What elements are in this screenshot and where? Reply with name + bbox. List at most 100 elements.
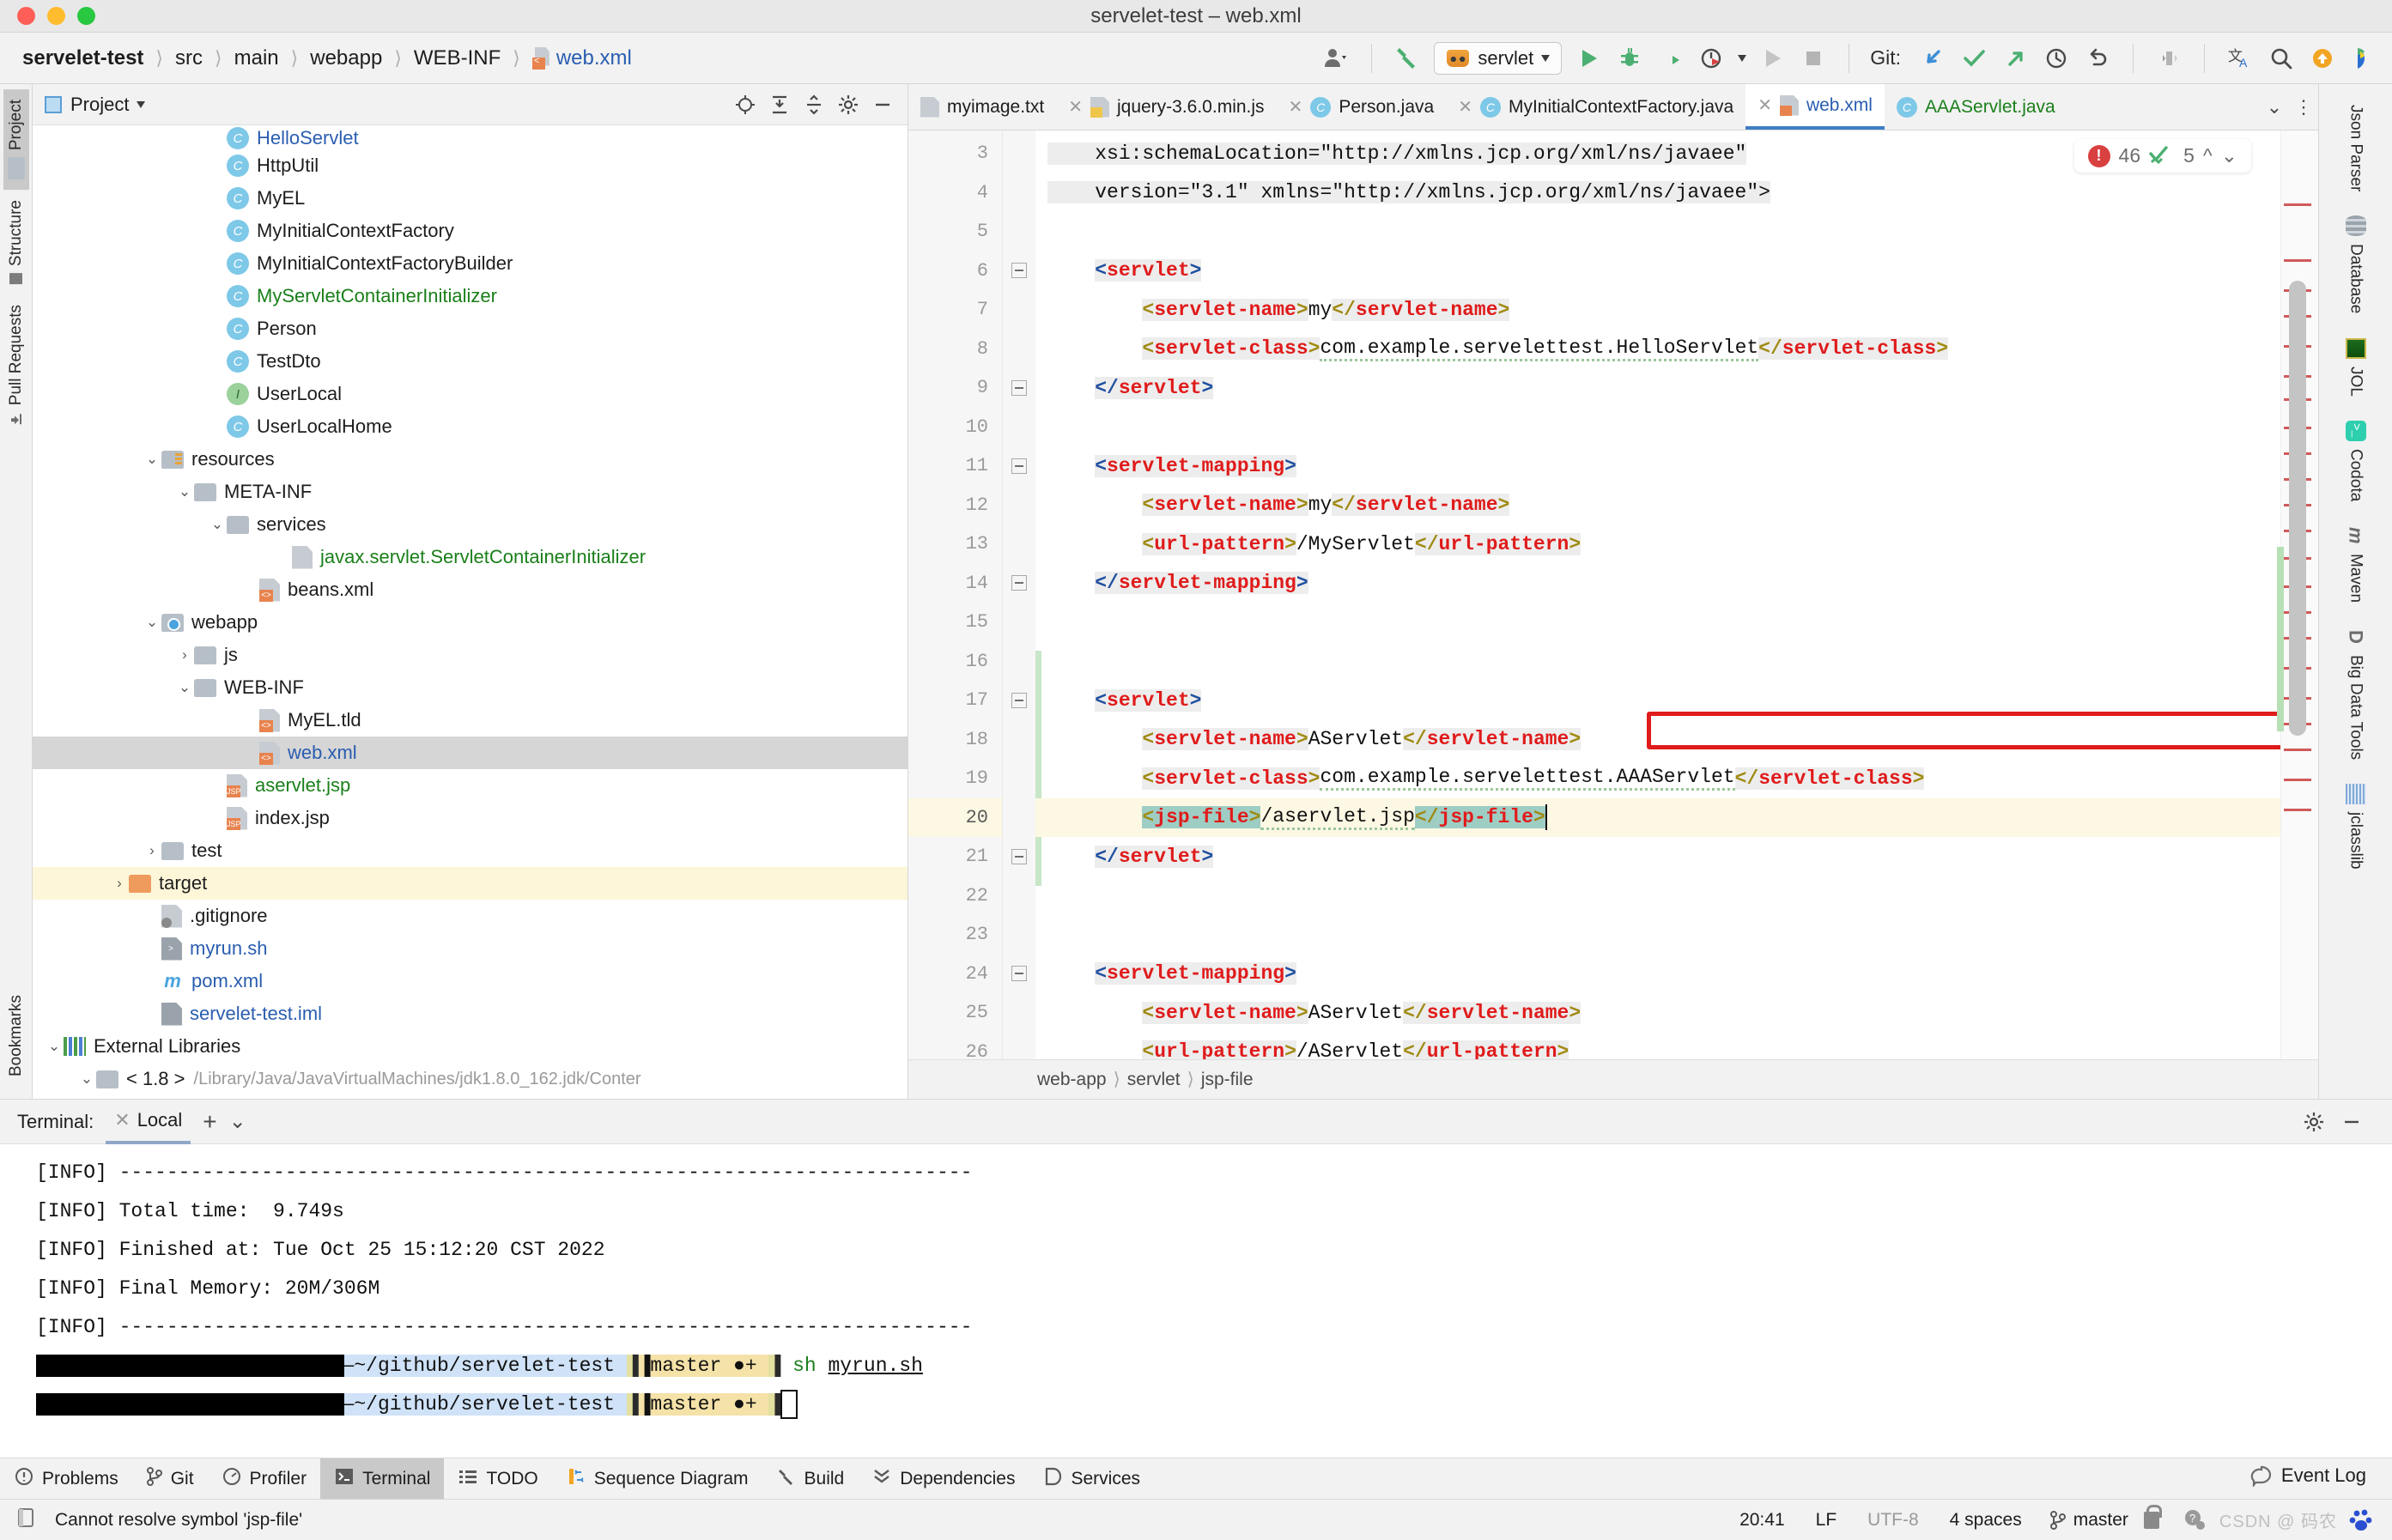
breadcrumb-item-project[interactable]: servelet-test [14, 45, 152, 72]
chevron-down-icon[interactable]: ⌄ [208, 516, 227, 533]
tree-node-web-xml[interactable]: <> web.xml [33, 737, 908, 769]
bottom-tool-dependencies[interactable]: Dependencies [858, 1458, 1029, 1499]
code-line[interactable]: <servlet-mapping> [1035, 446, 2318, 486]
editor-tab-aaaservlet-java[interactable]: C AAAServlet.java [1885, 84, 2067, 130]
bottom-tool-profiler[interactable]: Profiler [208, 1458, 321, 1499]
debug-icon[interactable] [1615, 44, 1644, 73]
code-fold-toggle[interactable] [1003, 837, 1035, 876]
code-fold-toggle[interactable] [1003, 564, 1035, 603]
git-push-icon[interactable] [2000, 44, 2030, 73]
tree-node-myinitialcontextfactorybuilder[interactable]: C MyInitialContextFactoryBuilder [33, 247, 908, 280]
right-rail-item-json-parser[interactable]: Json Parser [2343, 93, 2369, 203]
code-line[interactable]: <url-pattern>/MyServlet </url-pattern> [1035, 524, 2318, 564]
tree-node-pom-xml[interactable]: m pom.xml [33, 965, 908, 997]
chevron-right-icon[interactable]: › [110, 875, 129, 892]
breadcrumb-item-src[interactable]: src [167, 45, 211, 72]
right-rail-item-jol[interactable]: JOL [2342, 326, 2370, 409]
tree-node-helloservlet[interactable]: C HelloServlet [33, 127, 908, 149]
code-line[interactable] [1035, 642, 2318, 682]
tree-node-1-8[interactable]: ⌄ < 1.8 > /Library/Java/JavaVirtualMachine… [33, 1063, 908, 1095]
close-tab-icon[interactable]: ✕ [1758, 94, 1772, 116]
code-fold-toggle[interactable] [1003, 368, 1035, 408]
close-icon[interactable]: ✕ [114, 1109, 130, 1131]
code-line[interactable]: </servlet-mapping> [1035, 564, 2318, 603]
editor-tab-myimage-txt[interactable]: myimage.txt [908, 84, 1056, 130]
git-update-icon[interactable] [1918, 44, 1947, 73]
expand-all-icon[interactable] [767, 92, 792, 118]
right-rail-item-database[interactable]: Database [2342, 203, 2370, 325]
project-tree[interactable]: C HelloServlet C HttpUtil C MyEL C MyInitialCon… [33, 125, 908, 1099]
tree-node-index-jsp[interactable]: JSP index.jsp [33, 802, 908, 834]
breadcrumb-item-main[interactable]: main [226, 45, 288, 72]
tree-node-myservletcontainerinitializer[interactable]: C MyServletContainerInitializer [33, 280, 908, 312]
tree-node-resources[interactable]: ⌄ resources [33, 443, 908, 476]
tree-node-myinitialcontextfactory[interactable]: C MyInitialContextFactory [33, 215, 908, 247]
code-line[interactable]: <servlet-class> com.example.servelettest.… [1035, 330, 2318, 369]
tree-node-myel[interactable]: C MyEL [33, 182, 908, 215]
sidebar-item-bookmarks[interactable]: Bookmarks [3, 985, 29, 1087]
more-options-icon[interactable]: ⋮ [2289, 84, 2318, 130]
code-line[interactable]: <servlet> [1035, 681, 2318, 720]
editor-tab-myinitialcontextfactory-java[interactable]: ✕ C MyInitialContextFactory.java [1446, 84, 1745, 130]
code-line[interactable] [1035, 603, 2318, 642]
code-line[interactable]: </servlet> [1035, 368, 2318, 408]
code-fold-toggle[interactable] [1003, 446, 1035, 486]
code-line[interactable]: <servlet> [1035, 252, 2318, 291]
unlocked-icon[interactable] [2143, 1504, 2162, 1529]
chevron-down-icon[interactable]: ⌄ [143, 614, 161, 631]
inspection-widget[interactable]: ! 46 5 ^ ⌄ [2073, 139, 2251, 173]
previous-problem-icon[interactable]: ^ [2203, 144, 2213, 167]
chevron-down-icon[interactable]: ⌄ [175, 483, 194, 500]
tree-node-web-inf[interactable]: ⌄ WEB-INF [33, 671, 908, 704]
code-line[interactable]: <servlet-name> AServlet </servlet-name> [1035, 993, 2318, 1033]
code-line[interactable] [1035, 915, 2318, 955]
right-rail-item-big-data-tools[interactable]: D Big Data Tools [2342, 615, 2370, 772]
bottom-tool-terminal[interactable]: Terminal [320, 1458, 445, 1499]
tree-node-js[interactable]: › js [33, 639, 908, 671]
sidebar-item-pull-requests[interactable]: Pull Requests [3, 294, 29, 436]
git-rollback-icon[interactable] [2083, 44, 2112, 73]
close-tab-icon[interactable]: ✕ [1068, 96, 1083, 118]
code-line[interactable]: <jsp-file>/aservlet.jsp </jsp-file> [1035, 797, 2318, 837]
error-stripe-markbar[interactable] [2277, 130, 2318, 1059]
tree-node-beans-xml[interactable]: <> beans.xml [33, 573, 908, 606]
event-log-button[interactable]: Event Log [2250, 1464, 2366, 1487]
tree-node-javax-servlet-servletcontainerinitializer[interactable]: javax.servlet.ServletContainerInitialize… [33, 541, 908, 573]
code-line[interactable]: <url-pattern>/AServlet </url-pattern> [1035, 1033, 2318, 1059]
settings-gear-icon[interactable] [2301, 1109, 2327, 1135]
tree-node-target[interactable]: › target [33, 867, 908, 900]
tree-node-external-libraries[interactable]: ⌄ External Libraries [33, 1030, 908, 1063]
tree-node-httputil[interactable]: C HttpUtil [33, 149, 908, 182]
chevron-down-icon[interactable]: ⌄ [143, 451, 161, 468]
chevron-down-icon[interactable] [1738, 54, 1747, 62]
bottom-tool-todo[interactable]: TODO [444, 1458, 551, 1499]
code-line[interactable] [1035, 212, 2318, 252]
code-fold-toggle[interactable] [1003, 681, 1035, 720]
code-fold-toggle[interactable] [1003, 252, 1035, 291]
tree-node-myrun-sh[interactable]: > myrun.sh [33, 932, 908, 965]
code-line[interactable]: <servlet-name> AServlet </servlet-name> [1035, 720, 2318, 760]
file-encoding[interactable]: UTF-8 [1855, 1510, 1931, 1531]
editor-tab-jquery-3-6-0-min-js[interactable]: ✕ jquery-3.6.0.min.js [1056, 84, 1276, 130]
hide-icon[interactable] [870, 92, 895, 118]
help-gear-icon[interactable]: ? [2182, 1507, 2207, 1533]
chevron-down-icon[interactable]: ⌄ [175, 679, 194, 696]
code-line[interactable] [1035, 408, 2318, 447]
editor-breadcrumb-item-servlet[interactable]: servlet [1127, 1070, 1181, 1090]
user-dropdown-icon[interactable] [1321, 44, 1351, 73]
close-tab-icon[interactable]: ✕ [1458, 96, 1472, 118]
chevron-down-icon[interactable] [137, 100, 146, 108]
run-configuration-selector[interactable]: servlet [1434, 41, 1563, 75]
editor-breadcrumb-item-webapp[interactable]: web-app [1037, 1070, 1107, 1090]
right-rail-item-jclasslib[interactable]: jclasslib [2342, 772, 2370, 882]
editor-tab-web-xml[interactable]: ✕ web.xml [1745, 84, 1885, 130]
code-line[interactable]: <servlet-mapping> [1035, 955, 2318, 994]
locate-icon[interactable] [732, 92, 758, 118]
line-separator[interactable]: LF [1804, 1510, 1849, 1531]
git-branch-widget[interactable]: master [2041, 1510, 2137, 1531]
caret-position[interactable]: 20:41 [1727, 1510, 1797, 1531]
tree-node-webapp[interactable]: ⌄ webapp [33, 606, 908, 639]
minimize-window-button[interactable] [47, 7, 65, 25]
bottom-tool-sequence-diagram[interactable]: Sequence Diagram [552, 1458, 762, 1499]
chevron-down-icon[interactable]: ⌄ [2260, 84, 2289, 130]
